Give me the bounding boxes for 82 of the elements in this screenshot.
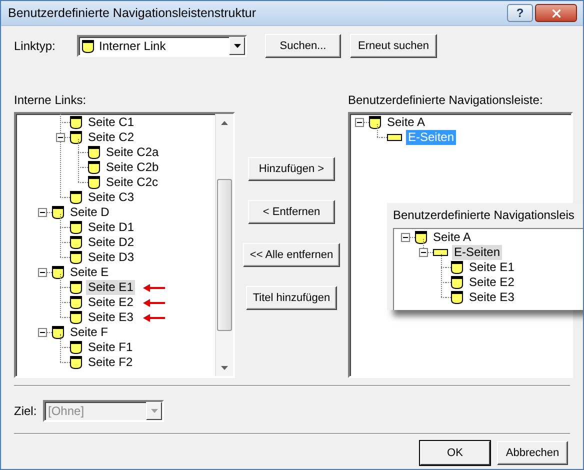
- tree-item[interactable]: Seite D1: [86, 220, 136, 235]
- page-icon: [70, 281, 82, 294]
- collapse-toggle[interactable]: [401, 233, 410, 242]
- page-icon: [88, 176, 100, 189]
- tree-item[interactable]: Seite C2c: [104, 175, 160, 190]
- arrow-icon: [143, 284, 166, 292]
- page-icon: [70, 191, 82, 204]
- collapse-toggle[interactable]: [38, 268, 47, 277]
- folder-icon: [433, 249, 448, 256]
- page-icon: [88, 161, 100, 174]
- page-icon: [52, 206, 64, 219]
- page-icon: [415, 231, 427, 244]
- page-icon: [52, 266, 64, 279]
- collapse-toggle[interactable]: [56, 133, 65, 142]
- page-icon: [70, 296, 82, 309]
- scroll-thumb[interactable]: [217, 179, 232, 331]
- tree-item[interactable]: Seite D: [68, 205, 112, 220]
- tree-item[interactable]: Seite E: [68, 265, 111, 280]
- collapse-toggle[interactable]: [38, 328, 47, 337]
- page-icon: [451, 291, 463, 304]
- page-icon: [70, 311, 82, 324]
- collapse-toggle[interactable]: [38, 208, 47, 217]
- tree-item[interactable]: Seite F2: [86, 355, 135, 370]
- page-icon: [70, 356, 82, 369]
- arrow-icon: [143, 298, 166, 306]
- tree-item[interactable]: Seite E2: [86, 295, 136, 310]
- tree-item[interactable]: Seite C2a: [104, 145, 161, 160]
- link-type-label: Linktyp:: [14, 39, 56, 53]
- page-icon: [451, 276, 463, 289]
- page-icon: [70, 236, 82, 249]
- close-button[interactable]: [535, 4, 577, 22]
- move-button[interactable]: Hinzufügen >: [248, 157, 335, 181]
- tree-item[interactable]: Seite F: [68, 325, 110, 340]
- close-icon: [550, 6, 562, 20]
- page-icon: [82, 40, 94, 52]
- page-icon: [88, 146, 100, 159]
- search-button[interactable]: Suchen...: [265, 34, 341, 58]
- tree-item[interactable]: Seite E2: [467, 275, 516, 290]
- tree-item[interactable]: Seite E1: [86, 280, 136, 295]
- window-title: Benutzerdefinierte Navigationsleistenstruktur: [8, 6, 258, 20]
- page-icon: [70, 116, 82, 129]
- link-type-dropdown[interactable]: Interner Link: [77, 35, 247, 57]
- preview-title: Benutzerdefinierte Navigationsleis: [393, 208, 576, 222]
- move-button[interactable]: Titel hinzufügen: [246, 286, 338, 310]
- target-label: Ziel:: [14, 404, 38, 418]
- tree-item[interactable]: Seite A: [431, 230, 474, 245]
- page-icon: [70, 251, 82, 264]
- tree-item[interactable]: Seite D2: [86, 235, 136, 250]
- page-icon: [70, 341, 82, 354]
- collapse-toggle[interactable]: [355, 118, 364, 127]
- scroll-up-icon: [221, 120, 228, 124]
- dropdown-arrow-icon: [150, 409, 158, 413]
- arrow-icon: [143, 314, 166, 322]
- page-icon: [70, 131, 82, 144]
- tree-item[interactable]: Seite E1: [467, 260, 516, 275]
- tree-item[interactable]: Seite C2b: [104, 160, 161, 175]
- page-icon: [451, 261, 463, 274]
- cancel-button[interactable]: Abbrechen: [497, 441, 568, 465]
- help-button[interactable]: ?: [507, 4, 533, 22]
- folder-icon: [387, 134, 402, 141]
- tree-item[interactable]: Seite C3: [86, 190, 136, 205]
- page-icon: [52, 326, 64, 339]
- tree-item[interactable]: Seite D3: [86, 250, 136, 265]
- tree-item[interactable]: Seite E3: [86, 310, 136, 325]
- ok-button[interactable]: OK: [420, 441, 490, 465]
- move-button[interactable]: << Alle entfernen: [242, 243, 340, 267]
- tree-item[interactable]: Seite C1: [86, 115, 136, 130]
- scrollbar[interactable]: [215, 114, 233, 376]
- tree-item[interactable]: E-Seiten: [452, 245, 502, 260]
- tree-item[interactable]: Seite F1: [86, 340, 135, 355]
- internal-links-label: Interne Links:: [14, 93, 88, 107]
- collapse-toggle[interactable]: [419, 248, 428, 257]
- page-icon: [369, 116, 381, 129]
- scroll-down-icon: [221, 366, 228, 370]
- tree-item[interactable]: Seite E3: [467, 290, 516, 305]
- tree-item[interactable]: Seite C2: [86, 130, 136, 145]
- tree-item[interactable]: Seite A: [385, 115, 428, 130]
- custom-bar-label: Benutzerdefinierte Navigationsleiste:: [348, 93, 544, 107]
- move-button[interactable]: < Entfernen: [248, 200, 335, 224]
- dropdown-arrow-icon: [234, 44, 240, 48]
- page-icon: [70, 221, 82, 234]
- search-again-button[interactable]: Erneut suchen: [350, 34, 437, 58]
